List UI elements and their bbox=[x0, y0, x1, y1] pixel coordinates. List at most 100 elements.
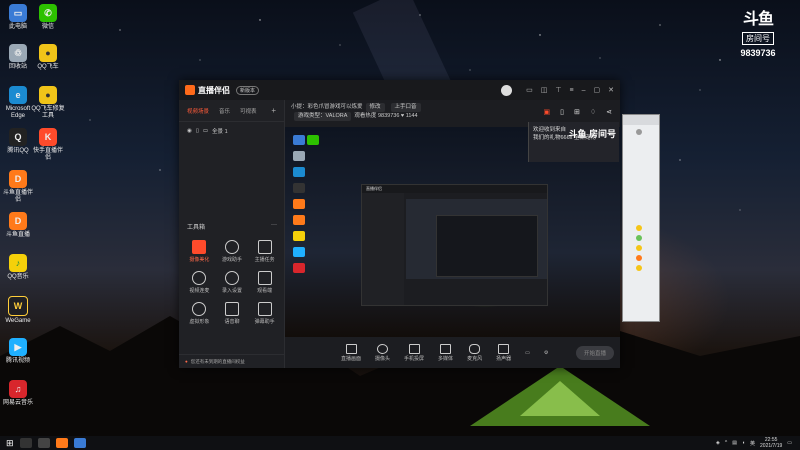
start-stream-button[interactable]: 开始直播 bbox=[575, 345, 614, 360]
settings-icon[interactable]: ⊞ bbox=[574, 108, 580, 117]
kuaishou-icon: K bbox=[39, 128, 57, 146]
online-value: 9839736 bbox=[377, 113, 400, 119]
side-icon bbox=[636, 265, 642, 271]
desktop-icon-douyu[interactable]: D 斗鱼直播 bbox=[1, 212, 35, 239]
tab-video-scene[interactable]: 视频场景 bbox=[187, 107, 209, 115]
qq-speed-icon: ● bbox=[39, 44, 57, 62]
wegame-icon: W bbox=[8, 296, 28, 316]
info-icon: ● bbox=[185, 359, 188, 364]
nested-preview bbox=[406, 199, 547, 279]
voice-chat-icon bbox=[224, 302, 239, 316]
menu-icon[interactable]: ≡ bbox=[570, 87, 574, 94]
app-logo: 直播伴侣 bbox=[185, 85, 230, 96]
fans-count: 1144 bbox=[405, 113, 418, 119]
desktop-icon-kuaishou[interactable]: K 快手直播伴侣 bbox=[31, 128, 65, 162]
danmaku-icon bbox=[257, 302, 272, 316]
windows-start-icon[interactable]: ⊞ bbox=[6, 438, 14, 449]
desktop-icon-edge[interactable]: e Microsoft Edge bbox=[1, 86, 35, 120]
tab-music[interactable]: 音乐 bbox=[219, 107, 230, 115]
ime-icon[interactable]: 英 bbox=[750, 440, 755, 447]
network-icon[interactable]: ▤ bbox=[732, 440, 737, 446]
mini-desktop-icon bbox=[293, 199, 305, 209]
mini-desktop-icon bbox=[307, 135, 319, 145]
eye-icon[interactable]: ◉ bbox=[187, 128, 192, 134]
taskbar-douyu-icon[interactable] bbox=[55, 438, 68, 448]
camera-icon bbox=[377, 343, 389, 354]
add-icon[interactable]: + bbox=[271, 106, 276, 115]
tencent-video-icon: ▶ bbox=[9, 338, 27, 356]
chevron-up-icon[interactable]: ^ bbox=[725, 440, 727, 446]
gear-icon[interactable]: ⚙ bbox=[544, 350, 548, 356]
volume-icon[interactable]: ◖ bbox=[742, 440, 745, 446]
info-actions: ▣ ▯ ⊞ ♢ ⋖ bbox=[543, 108, 612, 117]
desktop-icon-recycle-bin[interactable]: ♲ 回收站 bbox=[1, 44, 35, 71]
maximize-icon[interactable]: ▢ bbox=[594, 86, 601, 94]
qq-icon: Q bbox=[9, 128, 27, 146]
download-icon bbox=[224, 271, 239, 285]
chat-overlay: 欢迎收到来自 我们的礼物666x 全新宠物 斗鱼 房间号 bbox=[528, 122, 619, 162]
recycle-bin-icon: ♲ bbox=[9, 44, 27, 62]
desktop-icon-douyu-companion[interactable]: D 斗鱼直播伴侣 bbox=[1, 170, 35, 204]
speaker-icon bbox=[498, 343, 510, 354]
avatar[interactable] bbox=[501, 84, 513, 96]
desktop-icon-qq[interactable]: Q 腾讯QQ bbox=[1, 128, 35, 155]
game-select[interactable]: 游戏类型：VALORA bbox=[294, 112, 352, 121]
share-icon[interactable]: ⋖ bbox=[606, 108, 612, 117]
category-select[interactable]: 上手口音 bbox=[390, 103, 421, 112]
close-icon[interactable]: ✕ bbox=[608, 86, 614, 94]
version-pill[interactable]: 新版本 bbox=[236, 85, 260, 95]
tools-more-button[interactable]: ··· bbox=[271, 222, 277, 231]
mini-desktop-icon bbox=[293, 135, 305, 145]
bell-icon[interactable]: ♢ bbox=[590, 108, 596, 117]
desktop-icon-qq-music[interactable]: ♪ QQ音乐 bbox=[1, 254, 35, 281]
tools-header: 工具箱 ··· bbox=[187, 222, 277, 231]
desktop-icon-this-pc[interactable]: ▭ 此电脑 bbox=[1, 4, 35, 31]
notification-icon[interactable]: ▭ bbox=[787, 440, 792, 446]
task-icon bbox=[257, 240, 272, 254]
gift-icon[interactable]: ◫ bbox=[541, 86, 548, 94]
tab-visual[interactable]: 可视表 bbox=[240, 107, 257, 115]
scene-tabs: 视频场景 音乐 可视表 + bbox=[179, 100, 284, 122]
screen-capture-button[interactable]: 直播画面 bbox=[341, 343, 361, 362]
message-icon[interactable]: ▭ bbox=[526, 86, 533, 94]
taskbar-clock[interactable]: 22:55 2021/7/19 bbox=[760, 437, 782, 449]
tool-record-settings[interactable]: 录入设置 bbox=[216, 271, 249, 294]
taskbar-app-icon[interactable] bbox=[73, 438, 86, 448]
camera-button[interactable]: 摄像头 bbox=[375, 343, 390, 362]
minimize-icon[interactable]: – bbox=[582, 87, 586, 94]
taskbar-app-icon[interactable] bbox=[37, 438, 50, 448]
tool-avatar[interactable]: 虚拟形象 bbox=[183, 302, 216, 325]
app-titlebar: 直播伴侣 新版本 ▭ ◫ ⊤ ≡ – ▢ ✕ bbox=[179, 80, 620, 100]
media-button[interactable]: 多媒体 bbox=[438, 343, 453, 362]
desktop-icon-qq-speed-fix[interactable]: ● QQ飞车修复工具 bbox=[31, 86, 65, 120]
desktop-icon-qq-speed[interactable]: ● QQ飞车 bbox=[31, 44, 65, 71]
tool-game-helper[interactable]: 游戏助手 bbox=[216, 240, 249, 263]
tool-viewer[interactable]: 观看端 bbox=[248, 271, 281, 294]
desktop-icon-wechat[interactable]: ✆ 微信 bbox=[31, 4, 65, 31]
benefit-notice[interactable]: ● 您还有未到期的直播间权益 bbox=[179, 354, 284, 368]
tool-danmaku[interactable]: 弹幕助手 bbox=[248, 302, 281, 325]
side-browser-titlebar bbox=[623, 115, 659, 125]
speaker-button[interactable]: 扬声器 bbox=[496, 343, 511, 362]
scene-item[interactable]: ◉ ▯ ▭ 全景 1 bbox=[179, 122, 284, 140]
phone-cast-button[interactable]: 手机投屏 bbox=[404, 343, 424, 362]
lock-icon[interactable]: ▯ bbox=[560, 108, 564, 117]
shield-icon[interactable]: ◈ bbox=[716, 440, 720, 446]
tool-beauty[interactable]: 摄像美化 bbox=[183, 240, 216, 263]
shirt-icon[interactable]: ⊤ bbox=[555, 86, 561, 94]
microphone-button[interactable]: 麦克风 bbox=[467, 343, 482, 362]
desktop-icon-netease-music[interactable]: ♫ 网易云音乐 bbox=[1, 380, 35, 407]
tool-voice-chat[interactable]: 语音聊 bbox=[216, 302, 249, 325]
taskbar-app-icon[interactable] bbox=[19, 438, 32, 448]
desktop-icon-wegame[interactable]: W WeGame bbox=[1, 296, 35, 325]
mini-desktop-icon bbox=[293, 231, 305, 241]
tool-tasks[interactable]: 主播任务 bbox=[248, 240, 281, 263]
edit-title-button[interactable]: 修改 bbox=[365, 103, 385, 112]
desktop-icon-tencent-video[interactable]: ▶ 腾讯视频 bbox=[1, 338, 35, 365]
record-icon[interactable]: ▭ bbox=[525, 350, 530, 356]
video-link-icon bbox=[192, 271, 207, 285]
lock-icon[interactable]: ▯ bbox=[196, 128, 199, 134]
tool-video-link[interactable]: 视频连麦 bbox=[183, 271, 216, 294]
side-icon bbox=[636, 255, 642, 261]
hongbao-icon[interactable]: ▣ bbox=[543, 108, 550, 117]
